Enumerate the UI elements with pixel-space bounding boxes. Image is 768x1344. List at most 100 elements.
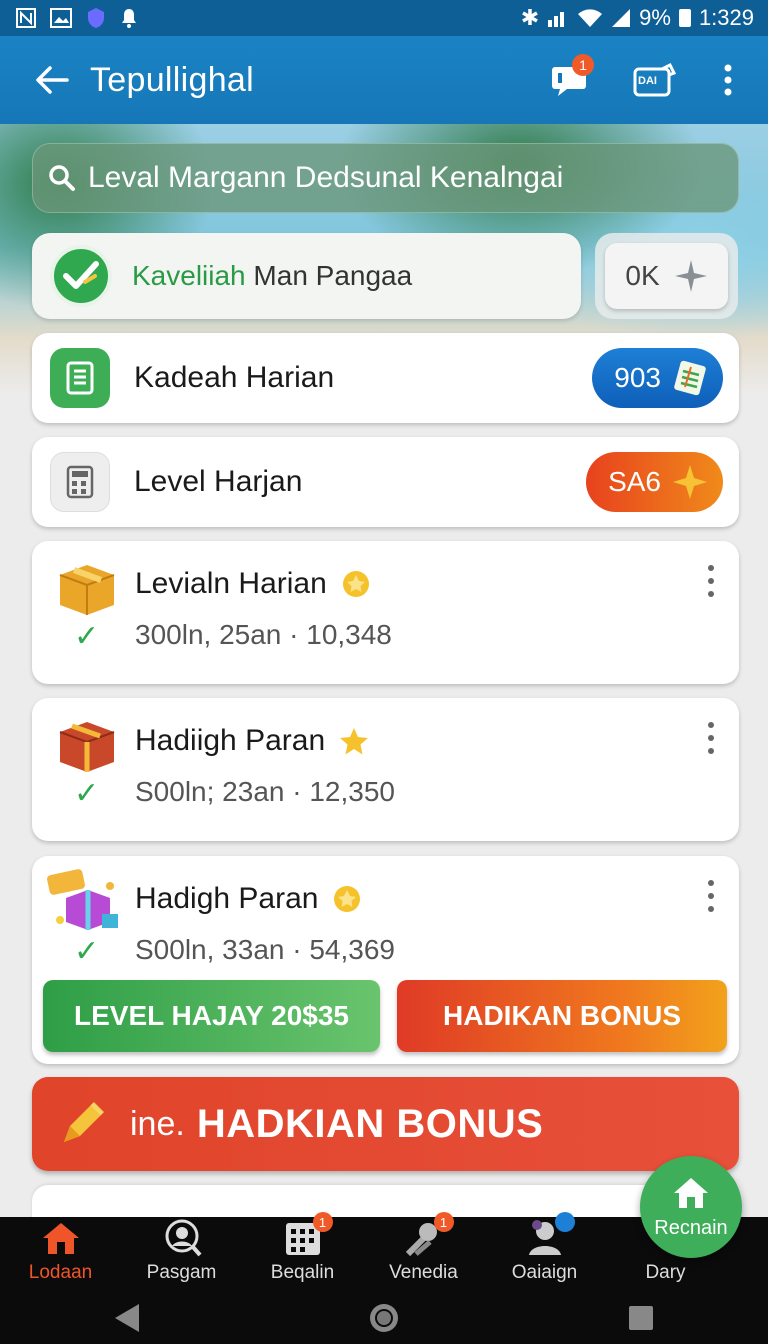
nav-venues[interactable]: 1 Venedia bbox=[363, 1212, 484, 1292]
cell-signal-icon bbox=[612, 9, 631, 27]
more-vertical-icon[interactable] bbox=[699, 563, 723, 599]
nav-label: Oaiaign bbox=[511, 1262, 578, 1283]
person-icon bbox=[523, 1212, 575, 1258]
status-left-icons bbox=[16, 7, 138, 29]
nav-search[interactable]: Pasgam bbox=[121, 1217, 242, 1292]
back-triangle-icon[interactable] bbox=[113, 1302, 141, 1334]
gift-title-wrap: Levialn Harian bbox=[135, 567, 371, 601]
gift-box-icon bbox=[59, 722, 115, 772]
score-pill[interactable]: 903 bbox=[592, 348, 723, 408]
nav-badge: 1 bbox=[312, 1212, 333, 1232]
row-title: Kadeah Harian bbox=[134, 361, 335, 394]
star-icon bbox=[673, 465, 707, 499]
status-bar: ✱ 9% 1:329 bbox=[0, 0, 768, 36]
score-value: 903 bbox=[614, 362, 661, 393]
ok-label: 0K bbox=[625, 260, 660, 291]
check-icon: ✓ bbox=[74, 777, 100, 810]
bluetooth-icon: ✱ bbox=[520, 5, 540, 30]
system-navigation bbox=[0, 1292, 768, 1344]
nav-home[interactable]: Lodaan bbox=[0, 1217, 121, 1292]
pencil-icon bbox=[64, 1102, 104, 1142]
bonus-button[interactable]: HADIKAN BONUS bbox=[397, 980, 727, 1052]
nav-label: Venedia bbox=[389, 1262, 458, 1283]
search-bar[interactable]: Leval Margann Dedsunal Kenalngai bbox=[32, 143, 739, 213]
keys-icon: 1 bbox=[402, 1212, 454, 1258]
clock: 1:329 bbox=[698, 5, 754, 30]
star-badge-icon bbox=[342, 571, 369, 597]
score-pill[interactable]: SA6 bbox=[586, 452, 723, 512]
gift-box-icon bbox=[59, 565, 115, 615]
signal-bars-icon bbox=[548, 12, 565, 27]
nav-label: Lodaan bbox=[28, 1262, 93, 1283]
gift-title: Levialn Harian bbox=[135, 567, 327, 600]
check-badge-icon bbox=[50, 245, 112, 307]
search-icon bbox=[49, 165, 75, 191]
sparkle-icon bbox=[674, 260, 707, 292]
list-item-daily[interactable]: Kadeah Harian 903 bbox=[32, 333, 739, 423]
banner-prefix: ine. bbox=[130, 1104, 185, 1143]
shield-icon bbox=[88, 8, 104, 28]
battery-icon bbox=[678, 9, 691, 27]
check-icon: ✓ bbox=[74, 935, 100, 968]
bonus-box-icon bbox=[47, 869, 118, 930]
nav-calendar[interactable]: 1 Beqalin bbox=[242, 1212, 363, 1292]
app-bar: Tepullighal 1 DAI bbox=[0, 36, 768, 124]
row-title: Level Harjan bbox=[134, 465, 303, 498]
battery-percent: 9% bbox=[639, 5, 671, 30]
wifi-icon bbox=[578, 9, 603, 27]
nav-profile[interactable]: Oaiaign bbox=[484, 1212, 605, 1292]
ok-container: 0K bbox=[595, 233, 738, 319]
more-vertical-icon[interactable] bbox=[699, 720, 723, 756]
grid-icon: 1 bbox=[281, 1212, 333, 1258]
more-vertical-icon[interactable] bbox=[699, 878, 723, 914]
ticket-icon bbox=[674, 360, 706, 396]
gift-title: Hadigh Paran bbox=[135, 882, 319, 915]
back-button[interactable] bbox=[22, 50, 82, 110]
document-icon bbox=[50, 348, 110, 408]
fab-label: Recnain bbox=[654, 1216, 728, 1239]
gift-title-wrap: Hadiigh Paran bbox=[135, 724, 369, 758]
house-icon bbox=[39, 1218, 83, 1258]
floating-action-button[interactable]: Recnain bbox=[640, 1156, 742, 1258]
nav-badge-blue bbox=[554, 1212, 575, 1232]
gift-item[interactable]: Levialn Harian ✓ 300ln, 25an · 10,348 bbox=[32, 541, 739, 684]
promo-card[interactable]: Kaveliiah Man Pangaa bbox=[32, 233, 581, 319]
gift-title-wrap: Hadigh Paran bbox=[135, 882, 362, 916]
gift-title: Hadiigh Paran bbox=[135, 724, 326, 757]
nav-label: Pasgam bbox=[146, 1262, 217, 1283]
list-item-level[interactable]: Level Harjan SA6 bbox=[32, 437, 739, 527]
gift-meta: S00ln, 33an · 54,369 bbox=[135, 934, 395, 965]
promo-text: Kaveliiah Man Pangaa bbox=[132, 260, 412, 292]
more-vertical-icon bbox=[724, 64, 732, 96]
calculator-icon bbox=[50, 452, 110, 512]
gift-meta: 300ln, 25an · 10,348 bbox=[135, 619, 392, 650]
page-title: Tepullighal bbox=[90, 60, 254, 99]
star-badge-icon bbox=[334, 886, 361, 912]
promo-rest: Man Pangaa bbox=[245, 260, 413, 291]
search-input[interactable]: Leval Margann Dedsunal Kenalngai bbox=[88, 161, 563, 195]
chat-button[interactable]: 1 bbox=[540, 50, 600, 110]
gift-item[interactable]: Hadiigh Paran ✓ S00ln; 23an · 12,350 bbox=[32, 698, 739, 841]
notification-n-icon bbox=[16, 8, 36, 28]
home-circle-icon[interactable] bbox=[368, 1302, 400, 1334]
gift-item-featured[interactable]: Hadigh Paran ✓ S00ln, 33an · 54,369 LEVE… bbox=[32, 856, 739, 1064]
overflow-menu-button[interactable] bbox=[708, 50, 748, 110]
star-icon bbox=[340, 728, 369, 755]
bell-icon bbox=[122, 9, 136, 28]
nav-label: Dary bbox=[645, 1262, 686, 1283]
level-button[interactable]: LEVEL HAJAY 20$35 bbox=[43, 980, 380, 1052]
home-icon bbox=[674, 1177, 708, 1208]
search-person-icon bbox=[160, 1218, 204, 1258]
status-right: ✱ 9% 1:329 bbox=[521, 5, 754, 31]
image-icon bbox=[50, 8, 72, 28]
chat-badge: 1 bbox=[572, 54, 594, 76]
nav-label: Beqalin bbox=[270, 1262, 335, 1283]
score-value: SA6 bbox=[608, 466, 661, 497]
promo-highlight: Kaveliiah bbox=[132, 260, 246, 291]
recents-square-icon[interactable] bbox=[627, 1304, 655, 1332]
bonus-banner[interactable]: ine. HADKIAN BONUS bbox=[32, 1077, 739, 1171]
check-icon: ✓ bbox=[74, 620, 100, 653]
ok-button[interactable]: 0K bbox=[605, 243, 728, 309]
card-button[interactable]: DAI bbox=[624, 50, 684, 110]
nav-badge: 1 bbox=[433, 1212, 454, 1232]
